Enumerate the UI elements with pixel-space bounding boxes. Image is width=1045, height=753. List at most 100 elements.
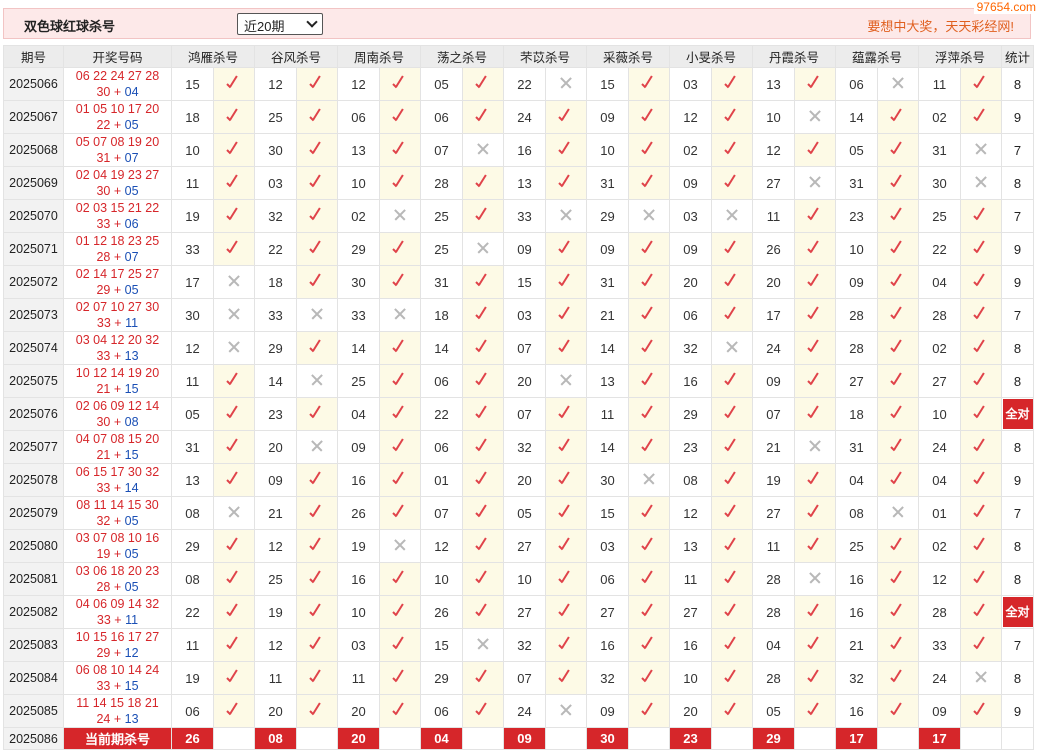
kill-number-cell: 14 (586, 430, 629, 464)
check-icon (475, 702, 491, 718)
kill-number-cell: 29 (171, 529, 214, 563)
kill-number-cell: 14 (254, 364, 297, 398)
kill-number-cell: 28 (752, 661, 795, 695)
kill-number-cell: 16 (337, 463, 380, 497)
result-mark-cell (462, 628, 504, 662)
plus-sign: + (110, 613, 126, 627)
kill-number-cell: 02 (918, 529, 961, 563)
table-row: 2025069 02 04 19 23 27 30 + 05 11 03 10 28 13 31… (3, 166, 1034, 200)
check-icon (309, 75, 325, 91)
result-mark-cell (545, 67, 587, 101)
current-empty-cell (628, 727, 670, 750)
table-row: 2025070 02 03 15 21 22 33 + 06 19 32 02 25 33 29… (3, 199, 1034, 233)
check-icon (890, 207, 906, 223)
kill-number-cell: 28 (835, 298, 878, 332)
cross-icon (725, 208, 739, 222)
result-mark-cell (545, 133, 587, 167)
check-icon (973, 537, 989, 553)
kill-number-cell: 10 (752, 100, 795, 134)
kill-number-cell: 21 (752, 430, 795, 464)
kill-number-cell: 16 (337, 562, 380, 596)
issue-cell: 2025074 (3, 331, 64, 365)
kill-number-cell: 05 (835, 133, 878, 167)
kill-number-cell: 30 (171, 298, 214, 332)
check-icon (724, 537, 740, 553)
check-icon (226, 636, 242, 652)
result-mark-cell (213, 265, 255, 299)
result-mark-cell (877, 529, 919, 563)
result-mark-cell (462, 562, 504, 596)
result-mark-cell (379, 298, 421, 332)
check-icon (558, 669, 574, 685)
plus-sign: + (110, 646, 125, 660)
red-ball-last: 24 (96, 712, 111, 726)
result-mark-cell (877, 694, 919, 728)
result-mark-cell (213, 595, 255, 629)
red-ball-last: 30 (96, 415, 111, 429)
result-mark-cell (711, 496, 753, 530)
result-mark-cell (545, 661, 587, 695)
check-icon (724, 405, 740, 421)
result-mark-cell (462, 232, 504, 266)
result-mark-cell (711, 430, 753, 464)
red-balls: 01 12 18 23 25 (75, 234, 160, 248)
check-icon (558, 306, 574, 322)
kill-number-cell: 30 (254, 133, 297, 167)
check-icon (641, 240, 657, 256)
cross-icon (393, 538, 407, 552)
result-mark-cell (628, 694, 670, 728)
check-icon (392, 339, 408, 355)
kill-number-cell: 22 (254, 232, 297, 266)
table-row: 2025075 10 12 14 19 20 21 + 15 11 14 25 06 20 13… (3, 364, 1034, 398)
plus-sign: + (110, 151, 125, 165)
plus-sign: + (110, 481, 125, 495)
plus-sign: + (110, 217, 125, 231)
check-icon (641, 405, 657, 421)
current-empty-cell (545, 727, 587, 750)
result-mark-cell (794, 694, 836, 728)
blue-ball: 13 (124, 349, 139, 363)
blue-ball: 06 (124, 217, 139, 231)
result-mark-cell (462, 298, 504, 332)
current-kill-number: 09 (503, 727, 546, 750)
check-icon (807, 471, 823, 487)
red-ball-last: 30 (96, 184, 111, 198)
result-mark-cell (711, 661, 753, 695)
table-row: 2025084 06 08 10 14 24 33 + 15 19 11 11 29 07 32… (3, 661, 1034, 695)
check-icon (807, 636, 823, 652)
kill-number-cell: 24 (918, 661, 961, 695)
result-mark-cell (711, 463, 753, 497)
current-kill-number: 26 (171, 727, 214, 750)
kill-number-cell: 18 (171, 100, 214, 134)
red-balls: 02 04 19 23 27 (75, 168, 160, 182)
kill-number-cell: 06 (420, 100, 463, 134)
kill-number-cell: 32 (586, 661, 629, 695)
kill-number-cell: 22 (918, 232, 961, 266)
period-select[interactable]: 近20期 (237, 13, 323, 35)
kill-number-cell: 10 (586, 133, 629, 167)
table-row: 2025073 02 07 10 27 30 33 + 11 30 33 33 18 03 21… (3, 298, 1034, 332)
current-kill-number: 20 (337, 727, 380, 750)
check-icon (724, 603, 740, 619)
check-icon (807, 603, 823, 619)
kill-number-cell: 28 (752, 562, 795, 596)
cross-icon (725, 340, 739, 354)
red-ball-last: 33 (96, 316, 111, 330)
kill-number-cell: 02 (337, 199, 380, 233)
current-kill-number: 04 (420, 727, 463, 750)
col-header-expert: 荡之杀号 (420, 45, 504, 68)
check-icon (392, 141, 408, 157)
check-icon (724, 240, 740, 256)
result-mark-cell (379, 628, 421, 662)
result-mark-cell (545, 397, 587, 431)
result-mark-cell (711, 595, 753, 629)
draw-numbers-cell: 06 15 17 30 32 33 + 14 (63, 463, 172, 497)
result-mark-cell (960, 463, 1002, 497)
result-mark-cell (462, 67, 504, 101)
kill-number-cell: 22 (420, 397, 463, 431)
draw-numbers-cell: 02 03 15 21 22 33 + 06 (63, 199, 172, 233)
result-mark-cell (711, 166, 753, 200)
blue-ball: 15 (124, 448, 139, 462)
kill-number-cell: 09 (752, 364, 795, 398)
plus-sign: + (110, 514, 125, 528)
